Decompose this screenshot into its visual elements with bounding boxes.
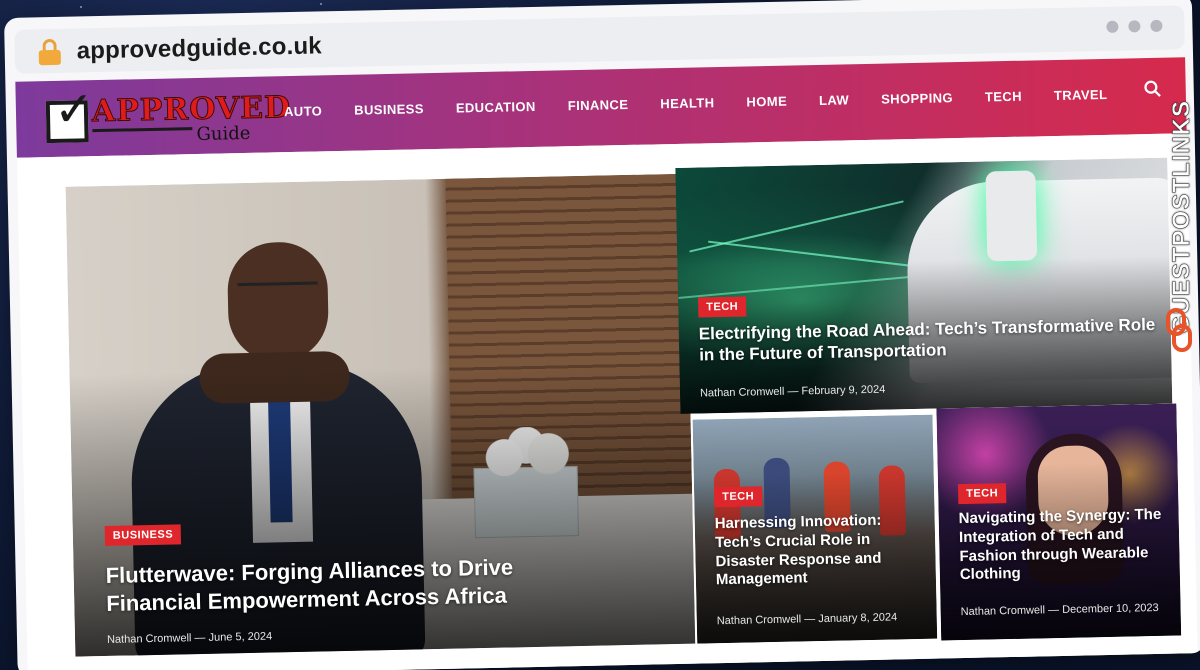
site-logo[interactable]: ✓ APPROVED Guide — [45, 83, 292, 149]
category-badge[interactable]: TECH — [713, 486, 763, 508]
nav-item-auto[interactable]: AUTO — [284, 103, 323, 119]
featured-grid: BUSINESS Flutterwave: Forging Alliances … — [16, 133, 1198, 670]
browser-window: approvedguide.co.uk ✓ APPROVED Guide AUT… — [4, 0, 1200, 670]
nav-item-business[interactable]: BUSINESS — [354, 101, 424, 117]
article-title[interactable]: Navigating the Synergy: The Integration … — [959, 506, 1173, 585]
logo-word: APPROVED — [91, 90, 292, 130]
window-controls — [1106, 19, 1163, 33]
window-dot-icon[interactable] — [1106, 20, 1119, 33]
logo-underline — [92, 127, 193, 133]
category-badge[interactable]: TECH — [957, 483, 1007, 505]
featured-article-bottom-left[interactable]: TECH Harnessing Innovation: Tech’s Cruci… — [692, 414, 938, 644]
nav-item-travel[interactable]: TRAVEL — [1054, 87, 1108, 103]
star — [320, 3, 322, 5]
search-icon[interactable] — [1144, 80, 1162, 98]
featured-article-top-right[interactable]: TECH Electrifying the Road Ahead: Tech’s… — [675, 157, 1173, 414]
chain-link-icon — [1166, 308, 1192, 352]
logo-sub: Guide — [196, 122, 251, 145]
meta-separator: — — [194, 631, 209, 645]
glasses — [237, 281, 319, 304]
guestpostlinks-watermark: GUESTPOSTLINKS — [1162, 60, 1198, 360]
category-badge[interactable]: BUSINESS — [104, 524, 182, 546]
url-text[interactable]: approvedguide.co.uk — [76, 32, 322, 65]
featured-article-bottom-right[interactable]: TECH Navigating the Synergy: The Integra… — [936, 403, 1182, 641]
checkmark-icon: ✓ — [53, 83, 95, 137]
article-author[interactable]: Nathan Cromwell — [700, 386, 785, 400]
meta-separator: — — [804, 613, 819, 626]
meta-separator: — — [787, 385, 802, 398]
meta-separator: — — [1047, 603, 1063, 617]
featured-article-main[interactable]: BUSINESS Flutterwave: Forging Alliances … — [65, 173, 696, 657]
article-author[interactable]: Nathan Cromwell — [961, 604, 1046, 618]
nav-item-law[interactable]: LAW — [819, 92, 849, 108]
star — [80, 6, 82, 8]
window-dot-icon[interactable] — [1150, 19, 1163, 32]
article-title[interactable]: Harnessing Innovation: Tech’s Crucial Ro… — [715, 511, 927, 590]
nav-item-health[interactable]: HEALTH — [660, 95, 714, 111]
article-author[interactable]: Nathan Cromwell — [717, 613, 802, 627]
article-date: February 9, 2024 — [801, 383, 886, 398]
nav-item-shopping[interactable]: SHOPPING — [881, 90, 953, 107]
article-author[interactable]: Nathan Cromwell — [107, 632, 192, 646]
article-date: January 8, 2024 — [818, 611, 898, 626]
article-date: December 10, 2023 — [1062, 601, 1159, 616]
nav-item-home[interactable]: HOME — [746, 94, 787, 110]
nav-item-education[interactable]: EDUCATION — [456, 99, 536, 116]
ev-charger — [985, 170, 1038, 262]
nav-item-tech[interactable]: TECH — [985, 89, 1022, 105]
article-title[interactable]: Flutterwave: Forging Alliances to Drive … — [105, 552, 566, 617]
category-badge[interactable]: TECH — [698, 296, 747, 318]
window-dot-icon[interactable] — [1128, 20, 1141, 33]
watermark-text: GUESTPOSTLINKS — [1168, 99, 1196, 335]
main-nav: AUTO BUSINESS EDUCATION FINANCE HEALTH H… — [284, 86, 1140, 119]
article-date: June 5, 2024 — [208, 630, 273, 644]
nav-item-finance[interactable]: FINANCE — [568, 97, 629, 113]
lock-icon — [38, 38, 61, 66]
